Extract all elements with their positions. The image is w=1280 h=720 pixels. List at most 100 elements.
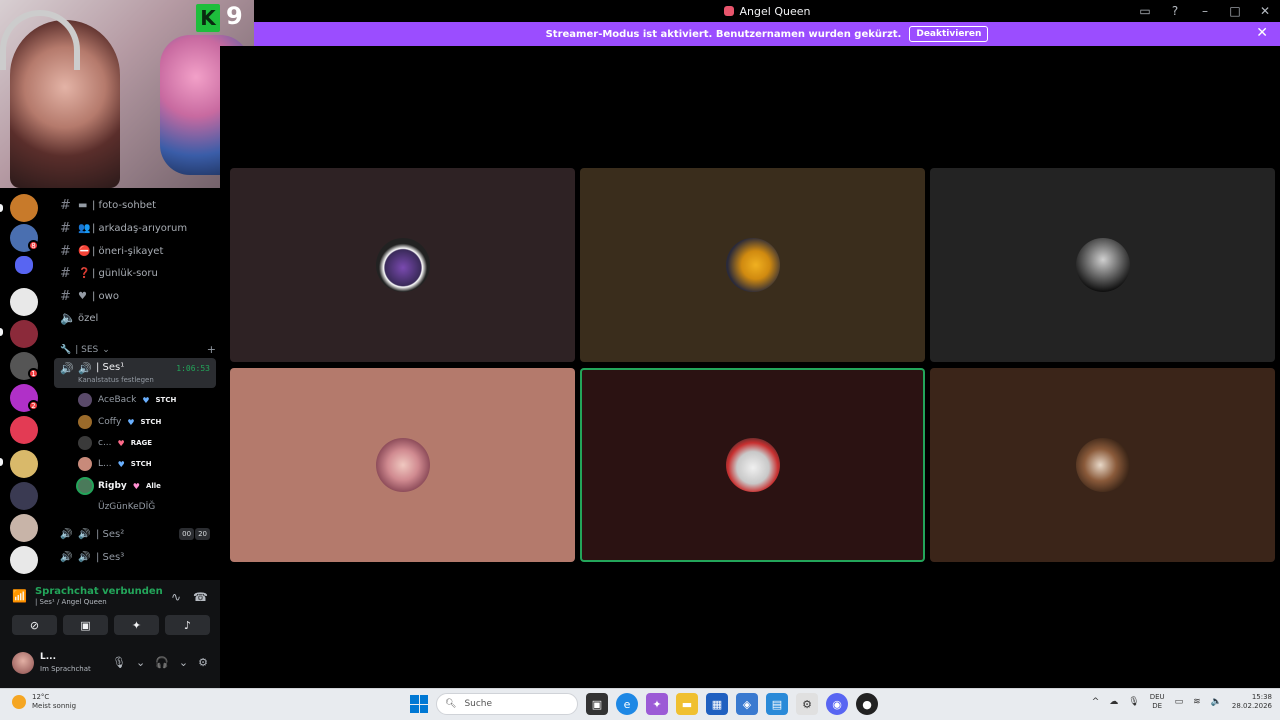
server-icon[interactable] (10, 320, 38, 348)
start-button[interactable] (410, 695, 428, 713)
deactivate-button[interactable]: Deaktivieren (909, 26, 989, 42)
participant-tile[interactable] (230, 368, 575, 562)
chevron-down-icon[interactable]: ⌄ (136, 656, 145, 669)
hash-icon: # (60, 197, 71, 213)
active-voice-channel[interactable]: 🔊 🔊 | Ses¹ 1:06:53 Kanalstatus festlegen (54, 358, 216, 388)
user-controls: 🎙 ⌄ 🎧 ⌄ ⚙ (112, 656, 208, 669)
avatar[interactable] (12, 652, 34, 674)
maximize-button[interactable]: □ (1220, 0, 1250, 22)
voice-member[interactable]: AceBack ♥ STCH (78, 390, 176, 410)
voice-member[interactable]: ÜzGünKeDİĞ (78, 497, 155, 517)
voice-channel-name: | Ses³ (96, 551, 125, 563)
voice-channel-item[interactable]: 🔊 🔊 | Ses³ (54, 546, 216, 568)
server-rail: 8 1 2 (0, 188, 48, 580)
signal-icon[interactable]: 📶 (12, 589, 27, 603)
app-icon[interactable]: ▤ (766, 693, 788, 715)
discord-icon[interactable]: ◉ (826, 693, 848, 715)
language-indicator[interactable]: DEU DE (1150, 693, 1165, 711)
close-icon[interactable]: ✕ (1256, 25, 1268, 41)
channel-item[interactable]: # ⛔ | öneri-şikayet (48, 240, 216, 262)
file-explorer-icon[interactable]: ▬ (676, 693, 698, 715)
noise-suppression-icon[interactable]: ∿ (171, 590, 181, 604)
heart-icon: ♥ (127, 417, 135, 427)
taskbar-search[interactable]: 🔍︎ Suche (436, 693, 578, 715)
channel-name: | foto-sohbet (92, 199, 157, 211)
unread-badge: 8 (28, 240, 39, 251)
avatar (725, 438, 780, 492)
channel-item[interactable]: # ❓ | günlük-soru (48, 262, 216, 284)
webcam-overlay: K 9 (0, 0, 254, 188)
voice-actions: ⊘ ▣ ✦ ♪ (12, 615, 210, 635)
channel-item[interactable]: # ♥ | owo (48, 285, 216, 307)
display-icon[interactable]: ▭ (1175, 697, 1184, 707)
gear-icon[interactable]: ⚙ (198, 656, 208, 669)
edge-icon[interactable]: e (616, 693, 638, 715)
member-name: c... (98, 438, 112, 448)
channel-emoji: ❓ (78, 267, 91, 279)
member-name: Rigby (98, 481, 127, 491)
disconnect-icon[interactable]: ☎ (193, 590, 208, 604)
member-tag: STCH (130, 460, 152, 468)
title-bar: Angel Queen ▭ ? – □ ✕ (254, 0, 1280, 22)
volume-icon[interactable]: 🔈 (1211, 697, 1222, 707)
headphones-icon[interactable]: 🎧 (155, 656, 169, 669)
participant-tile-speaking[interactable] (580, 368, 925, 562)
chevron-down-icon[interactable]: ⌄ (179, 656, 188, 669)
participant-tile[interactable] (930, 168, 1275, 362)
member-tag: STCH (155, 396, 177, 404)
channel-item[interactable]: # ▬ | foto-sohbet (48, 194, 216, 216)
network-icon[interactable]: ☁ (1109, 697, 1118, 707)
voice-stage (220, 46, 1280, 688)
voice-member[interactable]: Coffy ♥ STCH (78, 412, 161, 432)
camera-off-button[interactable]: ⊘ (12, 615, 57, 635)
microphone-icon[interactable]: 🎙 (112, 656, 126, 669)
voice-member[interactable]: Rigby ♥ Alle (78, 476, 161, 496)
soundboard-button[interactable]: ♪ (165, 615, 210, 635)
voice-member[interactable]: L... ♥ STCH (78, 454, 152, 474)
channel-status-link[interactable]: Kanalstatus festlegen (78, 376, 154, 384)
help-icon[interactable]: ? (1160, 0, 1190, 22)
speaker-icon: 🔊 (78, 551, 91, 563)
wifi-icon[interactable]: ≋ (1193, 697, 1201, 707)
server-icon[interactable] (10, 416, 38, 444)
voice-member[interactable]: c... ♥ RAGE (78, 433, 152, 453)
app-icon[interactable]: ● (856, 693, 878, 715)
weather-widget[interactable]: 12°C Meist sonnig (12, 693, 76, 711)
app-icon[interactable]: ◈ (736, 693, 758, 715)
avatar (78, 457, 92, 471)
channel-item[interactable]: 🔈 özel (48, 307, 216, 329)
folder-icon[interactable] (15, 256, 33, 274)
server-icon[interactable] (10, 194, 38, 222)
server-icon[interactable] (10, 546, 38, 574)
task-view-icon[interactable]: ▣ (586, 693, 608, 715)
clock[interactable]: 15:38 28.02.2026 (1232, 693, 1272, 711)
voice-channel-item[interactable]: 🔊 🔊 | Ses² 00 20 (54, 523, 216, 545)
chevron-up-icon[interactable]: ^ (1092, 697, 1100, 707)
inbox-icon[interactable]: ▭ (1130, 0, 1160, 22)
store-icon[interactable]: ▦ (706, 693, 728, 715)
microphone-icon[interactable]: 🎙 (1128, 697, 1139, 707)
voice-category[interactable]: 🔧 | SES ⌄ + (60, 343, 216, 356)
participant-tile[interactable] (930, 368, 1275, 562)
participant-tile[interactable] (580, 168, 925, 362)
server-icon[interactable] (10, 482, 38, 510)
screen-share-button[interactable]: ▣ (63, 615, 108, 635)
add-channel-icon[interactable]: + (207, 343, 216, 356)
headset-image (0, 10, 80, 70)
server-icon[interactable] (10, 450, 38, 478)
member-name: AceBack (98, 395, 137, 405)
voice-location[interactable]: | Ses¹ / Angel Queen (35, 598, 163, 606)
server-icon[interactable] (10, 288, 38, 316)
copilot-icon[interactable]: ✦ (646, 693, 668, 715)
taskbar-apps: 🔍︎ Suche ▣ e ✦ ▬ ▦ ◈ ▤ ⚙ ◉ ● (410, 693, 878, 715)
speaker-icon: 🔊 (78, 362, 92, 375)
activities-button[interactable]: ✦ (114, 615, 159, 635)
minimize-button[interactable]: – (1190, 0, 1220, 22)
unread-indicator (0, 328, 3, 336)
server-icon[interactable] (10, 514, 38, 542)
close-window-button[interactable]: ✕ (1250, 0, 1280, 22)
hash-icon: # (60, 243, 71, 259)
channel-item[interactable]: # 👥 | arkadaş-arıyorum (48, 217, 216, 239)
participant-tile[interactable] (230, 168, 575, 362)
settings-icon[interactable]: ⚙ (796, 693, 818, 715)
